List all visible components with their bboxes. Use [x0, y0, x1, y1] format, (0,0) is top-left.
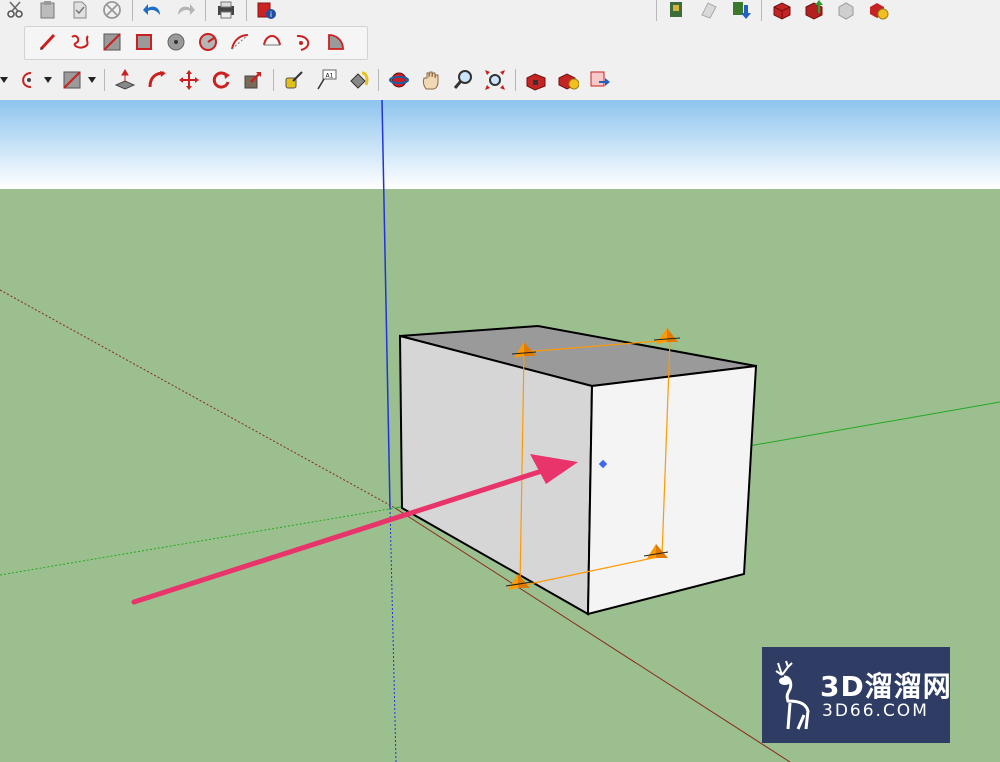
model-info-icon[interactable]: i [254, 0, 280, 23]
scale-icon[interactable] [240, 67, 266, 93]
toolbar-area: i A1 [0, 0, 1000, 101]
arc-dropdown-icon[interactable] [15, 67, 41, 93]
pie-icon[interactable] [323, 29, 349, 55]
extension-icon[interactable] [865, 0, 891, 23]
follow-me-icon[interactable] [144, 67, 170, 93]
paint-bucket-icon[interactable] [345, 67, 371, 93]
undo-icon[interactable] [140, 0, 166, 23]
component-icon[interactable] [769, 0, 795, 23]
sky [0, 100, 1000, 189]
watermark-subtitle: 3D66.COM [822, 701, 929, 721]
box-right-face[interactable] [586, 364, 758, 616]
watermark-title: 3D溜溜网 [820, 670, 952, 703]
toolbar-row-drawing [32, 28, 352, 56]
watermark-logo: 3D溜溜网 3D66.COM [762, 647, 952, 743]
redo-icon[interactable] [172, 0, 198, 23]
two-point-arc-icon[interactable] [259, 29, 285, 55]
push-pull-icon[interactable] [112, 67, 138, 93]
toolbar-row-standard: i [0, 0, 283, 24]
text-icon[interactable]: A1 [313, 67, 339, 93]
document-icon[interactable] [67, 0, 93, 23]
deer-icon [775, 660, 810, 730]
toolbar-row-warehouse [652, 0, 894, 24]
orbit-icon[interactable] [386, 67, 412, 93]
move-icon[interactable] [176, 67, 202, 93]
arc-icon[interactable] [227, 29, 253, 55]
tape-measure-icon[interactable] [281, 67, 307, 93]
chevron-down-icon[interactable] [0, 67, 8, 93]
polygon-icon[interactable] [195, 29, 221, 55]
freehand-icon[interactable] [67, 29, 93, 55]
shape-dropdown-icon[interactable] [59, 67, 85, 93]
zoom-icon[interactable] [450, 67, 476, 93]
chevron-down-icon[interactable] [44, 67, 52, 93]
send-to-layout-icon[interactable] [587, 67, 613, 93]
text-tool-label: A1 [326, 73, 334, 80]
extension-warehouse-icon[interactable] [555, 67, 581, 93]
pan-icon[interactable] [418, 67, 444, 93]
toolbar-row-edit: A1 [0, 66, 616, 94]
rotate-icon[interactable] [208, 67, 234, 93]
erase-circle-icon[interactable] [99, 0, 125, 23]
chevron-down-icon[interactable] [88, 67, 96, 93]
svg-text:i: i [270, 10, 272, 19]
three-point-arc-icon[interactable] [291, 29, 317, 55]
warehouse-get-icon[interactable] [664, 0, 690, 23]
print-icon[interactable] [213, 0, 239, 23]
component-gray-icon[interactable] [833, 0, 859, 23]
warehouse-icon[interactable] [523, 67, 549, 93]
download-icon[interactable] [728, 0, 754, 23]
share-icon[interactable] [696, 0, 722, 23]
paste-icon[interactable] [35, 0, 61, 23]
pencil-icon[interactable] [35, 29, 61, 55]
rectangle-icon[interactable] [99, 29, 125, 55]
scissors-icon[interactable] [3, 0, 29, 23]
circle-icon[interactable] [163, 29, 189, 55]
zoom-extents-icon[interactable] [482, 67, 508, 93]
component-up-icon[interactable] [801, 0, 827, 23]
rotated-rectangle-icon[interactable] [131, 29, 157, 55]
